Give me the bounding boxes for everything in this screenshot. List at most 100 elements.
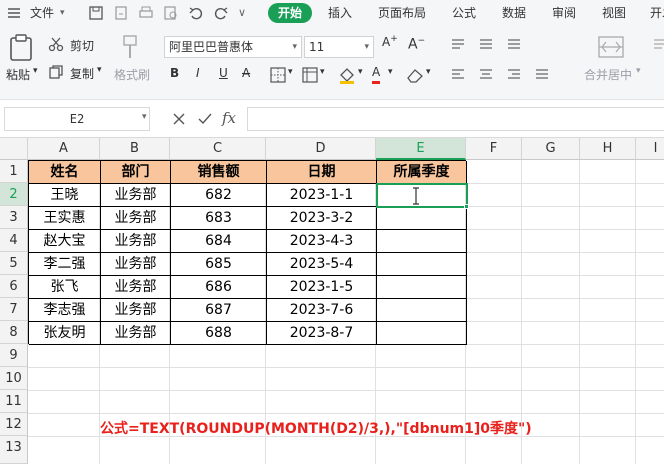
table-cell[interactable]: 2023-1-5 [267, 276, 377, 299]
merge-dropdown-icon[interactable]: ▾ [636, 66, 641, 76]
table-cell[interactable] [377, 322, 467, 345]
tab-review[interactable]: 审阅 [552, 0, 576, 26]
hamburger-icon[interactable] [6, 5, 22, 21]
paste-icon[interactable] [8, 34, 34, 62]
row-header-5[interactable]: 5 [0, 252, 28, 275]
italic-icon[interactable]: I [196, 66, 200, 80]
table-cell[interactable]: 王晓 [29, 184, 101, 207]
table-cell[interactable]: 李志强 [29, 299, 101, 322]
font-color-dropdown-icon[interactable]: ▾ [388, 67, 393, 77]
table-cell[interactable]: 684 [171, 230, 267, 253]
row-header-2[interactable]: 2 [0, 183, 28, 206]
column-header-h[interactable]: H [580, 138, 636, 160]
merge-center-icon[interactable] [598, 36, 624, 58]
row-header-1[interactable]: 1 [0, 160, 28, 183]
border-dropdown-icon[interactable]: ▾ [288, 67, 293, 77]
print-preview-icon[interactable] [163, 5, 179, 21]
tab-page-layout[interactable]: 页面布局 [378, 0, 426, 26]
table-cell[interactable] [377, 207, 467, 230]
table-cell[interactable]: 682 [171, 184, 267, 207]
table-cell[interactable]: 赵大宝 [29, 230, 101, 253]
copy-icon[interactable] [48, 64, 64, 80]
format-painter-button[interactable]: 格式刷 [114, 66, 150, 83]
table-cell[interactable] [377, 253, 467, 276]
tab-home[interactable]: 开始 [268, 3, 313, 23]
name-box[interactable]: E2 [4, 107, 150, 131]
increase-font-icon[interactable]: A+ [382, 34, 398, 49]
header-name[interactable]: 姓名 [29, 161, 101, 184]
eraser-dropdown-icon[interactable]: ▾ [426, 67, 431, 77]
cancel-icon[interactable] [172, 112, 186, 126]
insert-function-icon[interactable]: fx [222, 109, 236, 127]
tab-formulas[interactable]: 公式 [452, 0, 476, 26]
table-cell[interactable] [377, 299, 467, 322]
row-header-4[interactable]: 4 [0, 229, 28, 252]
copy-button[interactable]: 复制 [70, 65, 94, 82]
border-icon[interactable] [270, 67, 286, 83]
tab-view[interactable]: 视图 [602, 0, 626, 26]
copy-dropdown-icon[interactable]: ▾ [97, 65, 102, 75]
table-cell[interactable] [377, 276, 467, 299]
undo-icon[interactable] [188, 5, 204, 21]
row-header-10[interactable]: 10 [0, 367, 28, 390]
row-header-7[interactable]: 7 [0, 298, 28, 321]
tab-developer[interactable]: 开发 [650, 0, 664, 26]
header-sales[interactable]: 销售额 [171, 161, 267, 184]
table-cell[interactable]: 686 [171, 276, 267, 299]
cut-icon[interactable] [48, 36, 64, 52]
row-header-8[interactable]: 8 [0, 321, 28, 344]
name-box-dropdown-icon[interactable]: ▾ [142, 112, 147, 122]
table-cell[interactable]: 688 [171, 322, 267, 345]
export-icon[interactable] [113, 5, 129, 21]
bold-icon[interactable]: B [170, 66, 179, 80]
cell-style-icon[interactable] [302, 67, 318, 83]
table-cell[interactable]: 2023-4-3 [267, 230, 377, 253]
decrease-font-icon[interactable]: A− [408, 36, 425, 53]
wrap-text-icon[interactable] [654, 36, 664, 86]
paste-dropdown-icon[interactable]: ▾ [33, 66, 38, 76]
table-cell[interactable]: 2023-7-6 [267, 299, 377, 322]
format-painter-icon[interactable] [120, 34, 140, 60]
column-header-f[interactable]: F [466, 138, 522, 160]
row-header-9[interactable]: 9 [0, 344, 28, 367]
table-cell[interactable]: 685 [171, 253, 267, 276]
tab-insert[interactable]: 插入 [328, 0, 352, 26]
confirm-icon[interactable] [198, 112, 212, 126]
table-cell[interactable]: 业务部 [101, 230, 171, 253]
tab-data[interactable]: 数据 [502, 0, 526, 26]
eraser-icon[interactable] [406, 67, 424, 83]
select-all-corner[interactable] [0, 138, 28, 160]
row-header-13[interactable]: 13 [0, 436, 28, 464]
header-quarter[interactable]: 所属季度 [377, 161, 467, 184]
fill-handle[interactable] [464, 204, 469, 209]
table-cell[interactable]: 张友明 [29, 322, 101, 345]
spreadsheet-grid[interactable]: A B C D E F G H I 1 2 3 4 5 6 7 8 9 10 1… [0, 138, 664, 464]
table-cell[interactable]: 业务部 [101, 276, 171, 299]
more-icon[interactable]: ∨ [238, 0, 246, 26]
paste-button[interactable]: 粘贴 [6, 66, 30, 83]
font-name-select[interactable]: 阿里巴巴普惠体 ▾ [164, 36, 302, 58]
table-cell[interactable]: 2023-5-4 [267, 253, 377, 276]
header-date[interactable]: 日期 [267, 161, 377, 184]
table-cell[interactable]: 业务部 [101, 253, 171, 276]
header-department[interactable]: 部门 [101, 161, 171, 184]
table-cell[interactable]: 683 [171, 207, 267, 230]
table-cell[interactable]: 业务部 [101, 207, 171, 230]
alignment-group-icon[interactable] [450, 36, 550, 86]
menu-file[interactable]: 文件 [30, 0, 54, 26]
column-header-a[interactable]: A [28, 138, 100, 160]
table-cell[interactable]: 张飞 [29, 276, 101, 299]
table-cell[interactable]: 业务部 [101, 322, 171, 345]
row-header-3[interactable]: 3 [0, 206, 28, 229]
row-header-6[interactable]: 6 [0, 275, 28, 298]
fill-color-dropdown-icon[interactable]: ▾ [358, 67, 363, 77]
table-cell[interactable]: 王实惠 [29, 207, 101, 230]
table-cell[interactable]: 业务部 [101, 299, 171, 322]
column-header-b[interactable]: B [100, 138, 170, 160]
print-icon[interactable] [138, 5, 154, 21]
cut-button[interactable]: 剪切 [70, 37, 94, 54]
column-header-c[interactable]: C [170, 138, 266, 160]
column-header-g[interactable]: G [522, 138, 580, 160]
merge-center-button[interactable]: 合并居中 [584, 66, 632, 83]
row-header-11[interactable]: 11 [0, 390, 28, 413]
